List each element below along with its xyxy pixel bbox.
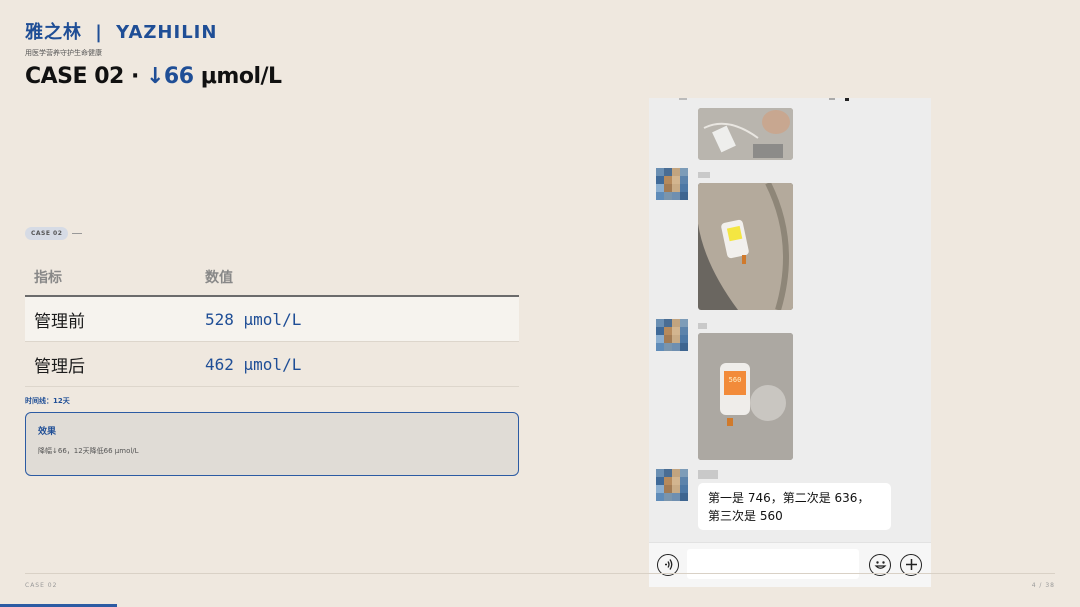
row-value: 528 μmol/L bbox=[205, 309, 302, 329]
header-value: 数值 bbox=[205, 269, 233, 286]
header-metric: 指标 bbox=[34, 269, 62, 286]
page-title: CASE 02 · ↓66 μmol/L bbox=[25, 64, 282, 89]
chat-photo[interactable] bbox=[698, 183, 793, 310]
avatar[interactable] bbox=[656, 469, 688, 501]
effect-title: 效果 bbox=[38, 427, 57, 437]
table-row: 管理前 528 μmol/L bbox=[25, 297, 519, 342]
footer-case-label: CASE 02 bbox=[25, 582, 58, 589]
row-label: 管理后 bbox=[34, 356, 85, 377]
chat-message-bubble[interactable]: 第一是 746，第二次是 636，第三次是 560 bbox=[698, 483, 891, 530]
brand-separator: | bbox=[95, 22, 103, 43]
row-label: 管理前 bbox=[34, 311, 85, 332]
effect-card: 效果 降幅↓66，12天降低66 μmol/L bbox=[25, 412, 519, 476]
footer-divider bbox=[25, 573, 1055, 574]
voice-glyph bbox=[664, 559, 672, 570]
photo-image bbox=[698, 108, 793, 160]
title-delta: ↓66 bbox=[146, 64, 194, 89]
case-tag: CASE 02 bbox=[25, 227, 83, 240]
emoji-glyph bbox=[874, 561, 886, 569]
title-prefix: CASE 02 · bbox=[25, 64, 146, 89]
row-value: 462 μmol/L bbox=[205, 354, 302, 374]
brand-cn: 雅之林 bbox=[25, 22, 82, 43]
table-header: 指标 数值 bbox=[25, 258, 519, 297]
metrics-table: 指标 数值 管理前 528 μmol/L 管理后 462 μmol/L bbox=[25, 258, 519, 387]
avatar[interactable] bbox=[656, 319, 688, 351]
page-number: 4 / 38 bbox=[1031, 582, 1055, 589]
avatar[interactable] bbox=[656, 168, 688, 200]
chat-screenshot: 560 第一是 746，第二次是 636，第三次是 560 bbox=[649, 98, 931, 587]
table-row: 管理后 462 μmol/L bbox=[25, 342, 519, 387]
chat-top-strip bbox=[679, 98, 849, 101]
chat-text-input[interactable] bbox=[687, 549, 859, 579]
title-unit: μmol/L bbox=[193, 64, 282, 89]
photo-image: 560 bbox=[698, 333, 793, 460]
chat-photo[interactable] bbox=[698, 108, 793, 160]
photo-image bbox=[698, 183, 793, 310]
brand-en: YAZHILIN bbox=[116, 22, 218, 43]
meter-reading: 560 bbox=[729, 376, 742, 384]
chat-photo[interactable]: 560 bbox=[698, 333, 793, 460]
plus-glyph bbox=[905, 559, 917, 570]
sender-name bbox=[698, 172, 710, 178]
brand-logo: 雅之林 | YAZHILIN bbox=[25, 18, 217, 44]
chat-input-bar bbox=[649, 542, 931, 587]
chip-dash bbox=[72, 233, 83, 234]
sender-name bbox=[698, 470, 718, 479]
brand-subtitle: 用医学营养守护生命健康 bbox=[25, 49, 102, 57]
case-chip: CASE 02 bbox=[25, 227, 69, 240]
sender-name bbox=[698, 323, 707, 329]
timeline-label: 时间线：12天 bbox=[25, 397, 70, 405]
effect-text: 降幅↓66，12天降低66 μmol/L bbox=[38, 447, 139, 455]
